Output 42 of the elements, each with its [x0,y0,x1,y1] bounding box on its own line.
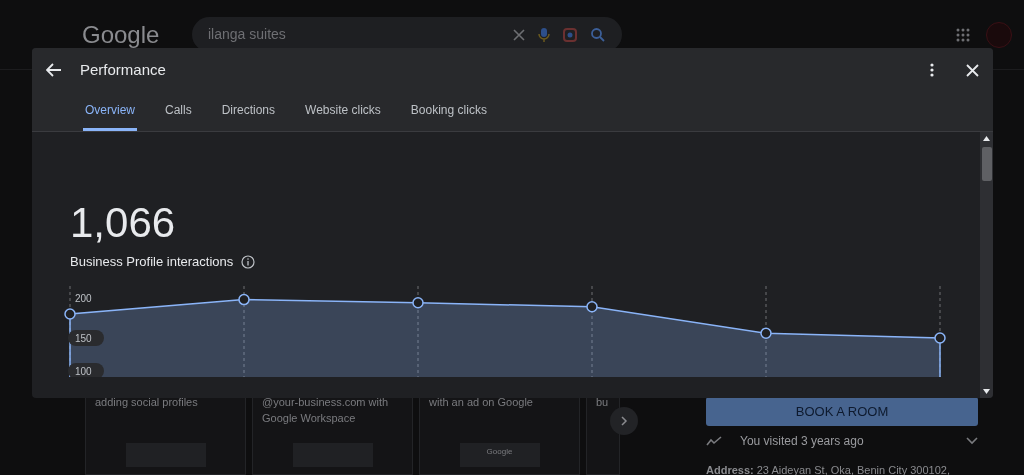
more-options-icon[interactable] [930,63,934,77]
apps-grid-icon[interactable] [956,27,970,42]
card-text: adding social profiles [94,395,199,410]
chevron-right-icon [620,416,628,426]
tick-label-background [68,362,104,377]
back-arrow-icon[interactable] [46,63,62,77]
chevron-down-icon[interactable] [966,437,978,445]
scrollbar[interactable] [980,132,993,398]
y-axis-tick-label: 150 [75,332,92,344]
next-arrow-button[interactable] [610,407,638,435]
tab[interactable]: Directions [219,92,278,131]
tab[interactable]: Calls [163,92,194,131]
scroll-down-icon[interactable] [983,389,990,394]
data-point[interactable] [64,307,76,320]
y-axis-tick-label: 100 [75,365,92,377]
trend-icon [706,436,722,446]
data-point[interactable] [412,296,424,309]
data-point[interactable] [760,326,772,339]
suggestion-card[interactable]: adding social profiles [85,395,246,475]
visit-history-text: You visited 3 years ago [740,433,865,450]
data-point[interactable] [586,300,598,313]
search-icon[interactable] [590,26,606,43]
illustration-text: Google [486,446,513,458]
card-text: bu [595,395,610,410]
info-icon[interactable] [241,254,256,269]
card-text: with an ad on Google [428,395,534,410]
tab[interactable]: Booking clicks [408,92,489,131]
total-interactions-value: 1,066 [70,200,177,246]
data-point[interactable] [238,293,250,305]
dialog-title: Performance [80,59,167,80]
scrollbar-thumb[interactable] [981,147,992,181]
suggestion-card[interactable]: with an ad on Google Google [419,395,580,475]
metric-label: Business Profile interactions [70,253,234,271]
tab[interactable]: Website clicks [303,92,383,131]
tab[interactable]: Overview [83,92,137,131]
book-button[interactable]: BOOK A ROOM [706,397,978,426]
data-point[interactable] [934,331,946,344]
scroll-up-icon[interactable] [983,136,990,141]
y-axis-tick-label: 200 [75,292,92,304]
tick-label-background [68,329,104,346]
suggestion-card[interactable]: @your-business.com with Google Workspace [252,395,413,475]
card-text: @your-business.com with Google Workspace [261,395,390,426]
